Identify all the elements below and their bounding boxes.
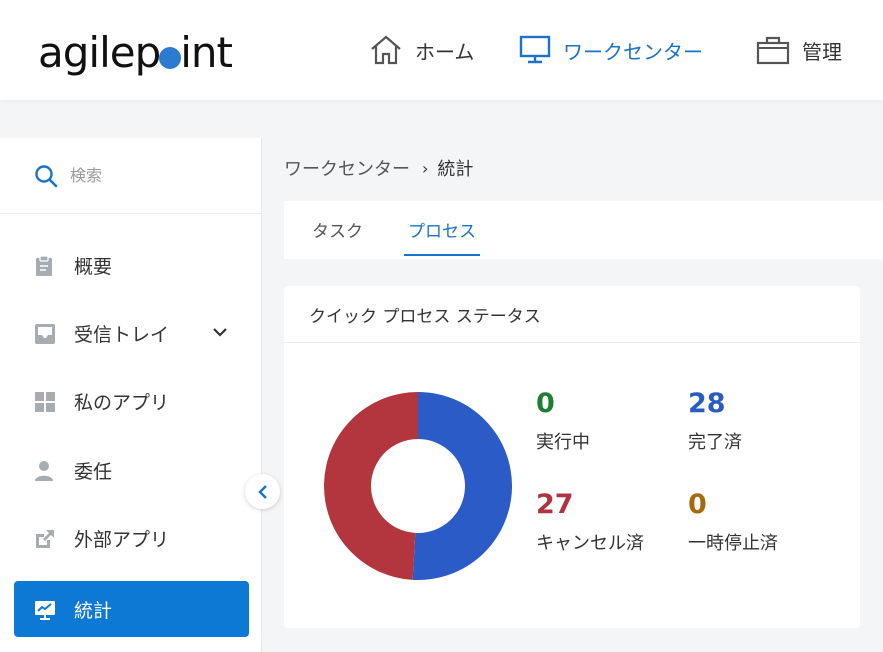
sidebar-item-label: 委任 xyxy=(74,460,113,483)
donut-slice-cancelled[interactable] xyxy=(323,392,418,580)
stat-complete-value: 28 xyxy=(688,388,726,419)
sidebar-item-my-apps[interactable]: 私のアプリ xyxy=(14,373,249,429)
sidebar-item-inbox[interactable]: 受信トレイ xyxy=(14,305,249,361)
breadcrumb-current: 統計 xyxy=(437,159,474,180)
card-title: クイック プロセス ステータス xyxy=(284,286,860,343)
nav-workcenter[interactable]: ワークセンター xyxy=(519,30,703,70)
sidebar-item-label: 概要 xyxy=(74,255,113,278)
process-status-donut-chart xyxy=(323,392,512,580)
stat-cancelled-value: 27 xyxy=(536,489,574,520)
logo-text-end: int xyxy=(180,27,233,77)
stat-complete[interactable]: 28 完了済 xyxy=(688,388,742,454)
sidebar-item-label: 統計 xyxy=(74,599,113,622)
breadcrumb-parent[interactable]: ワークセンター xyxy=(284,155,410,181)
stat-running-value: 0 xyxy=(536,388,555,419)
nav-workcenter-label: ワークセンター xyxy=(563,39,703,64)
nav-home[interactable]: ホーム xyxy=(369,30,474,70)
tab-bar: タスク プロセス xyxy=(284,201,883,259)
sidebar-item-overview[interactable]: 概要 xyxy=(14,237,249,293)
quick-process-status-card: クイック プロセス ステータス 0 実行中 28 完了済 27 キャンセル済 0… xyxy=(284,286,860,628)
tab-processes[interactable]: プロセス xyxy=(404,217,480,256)
stat-paused[interactable]: 0 一時停止済 xyxy=(688,489,778,555)
nav-admin-label: 管理 xyxy=(802,39,842,64)
external-link-icon xyxy=(34,528,56,550)
chevron-down-icon[interactable] xyxy=(211,323,229,341)
top-header: agilep int ホーム ワークセンター 管理 xyxy=(0,0,883,100)
monitor-icon xyxy=(519,35,551,65)
clipboard-icon xyxy=(34,255,54,277)
inbox-icon xyxy=(34,323,56,345)
stat-complete-label: 完了済 xyxy=(688,432,742,453)
sidebar-item-statistics[interactable]: 統計 xyxy=(14,581,249,637)
search-input[interactable] xyxy=(70,162,240,188)
sidebar-item-delegation[interactable]: 委任 xyxy=(14,442,249,498)
chevron-left-icon xyxy=(256,484,270,500)
stat-running[interactable]: 0 実行中 xyxy=(536,388,590,454)
sidebar-search xyxy=(0,138,262,214)
tab-tasks[interactable]: タスク xyxy=(312,217,363,254)
briefcase-icon xyxy=(756,35,790,65)
stat-paused-label: 一時停止済 xyxy=(688,533,778,554)
sidebar-collapse-button[interactable] xyxy=(245,474,280,509)
logo-text-start: agilep xyxy=(38,27,161,77)
user-icon xyxy=(34,460,54,482)
nav-admin[interactable]: 管理 xyxy=(756,30,842,70)
nav-home-label: ホーム xyxy=(415,39,475,64)
chart-monitor-icon xyxy=(34,599,56,621)
apps-grid-icon xyxy=(34,391,56,413)
sidebar: 概要 受信トレイ 私のアプリ 委任 外部アプリ 統計 xyxy=(0,138,262,652)
sidebar-item-label: 私のアプリ xyxy=(74,391,170,414)
breadcrumb-separator-icon: › xyxy=(422,158,429,178)
stat-running-label: 実行中 xyxy=(536,432,590,453)
logo-dot xyxy=(159,47,182,69)
search-icon[interactable] xyxy=(34,164,58,192)
sidebar-item-label: 外部アプリ xyxy=(74,528,170,551)
stat-cancelled[interactable]: 27 キャンセル済 xyxy=(536,489,644,555)
breadcrumb: ワークセンター › 統計 xyxy=(284,155,473,181)
home-icon xyxy=(369,35,403,65)
donut-slice-complete[interactable] xyxy=(412,392,512,580)
sidebar-item-external-apps[interactable]: 外部アプリ xyxy=(14,510,249,566)
stat-cancelled-label: キャンセル済 xyxy=(536,533,644,554)
agilepoint-logo[interactable]: agilep int xyxy=(38,26,233,78)
sidebar-item-label: 受信トレイ xyxy=(74,323,170,346)
stat-paused-value: 0 xyxy=(688,489,707,520)
